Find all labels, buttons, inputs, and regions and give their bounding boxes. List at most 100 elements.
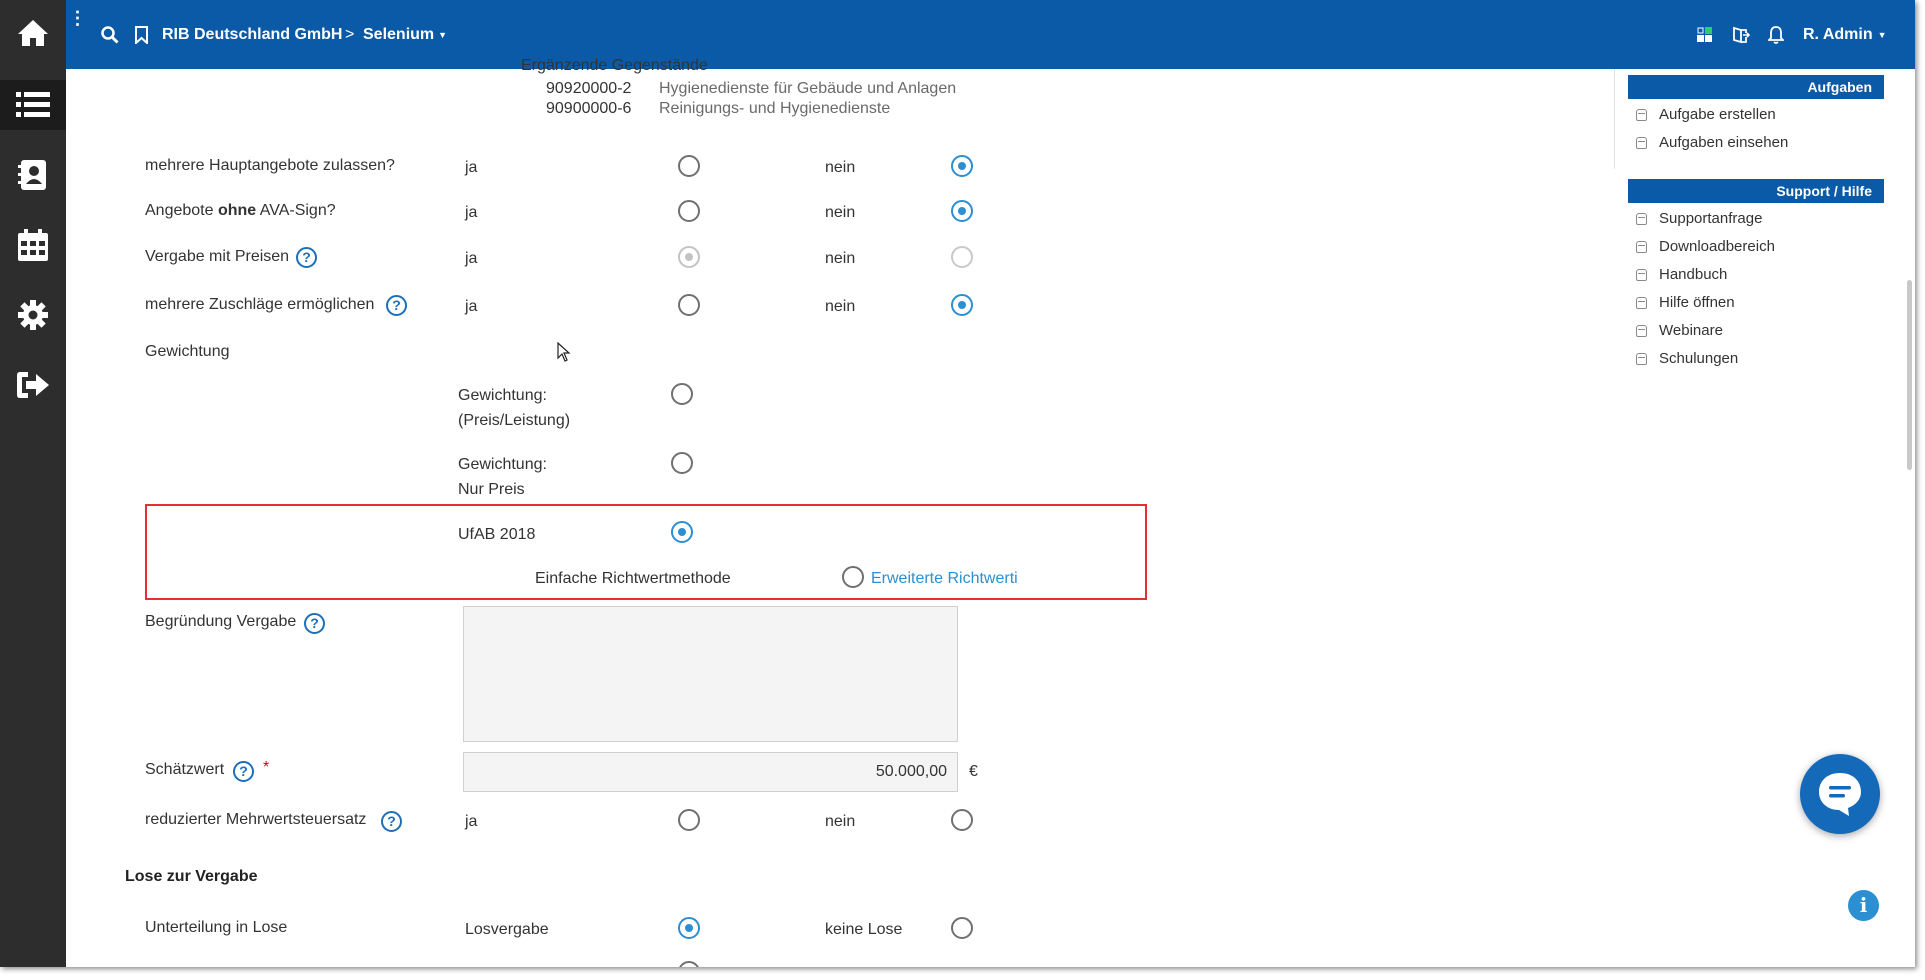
project-dropdown[interactable]: Selenium ▼ [363, 0, 447, 69]
support-icon [1636, 352, 1647, 365]
list-icon [16, 92, 50, 117]
task-icon [1636, 136, 1647, 149]
logout-nav[interactable] [0, 360, 66, 410]
chat-button[interactable] [1800, 754, 1880, 834]
sidebar-item-schulungen[interactable]: Schulungen [1636, 350, 1738, 367]
sidebar-item-supportanfrage[interactable]: Supportanfrage [1636, 210, 1762, 227]
breadcrumb-separator: > [345, 25, 355, 43]
collapse-menu-button[interactable]: ⋮ [66, 0, 89, 69]
losvergabe-radio[interactable] [678, 917, 700, 939]
option-ja-label: ja [465, 813, 478, 830]
top-bar: RIB Deutschland GmbH > Selenium ▼ R. Adm… [89, 0, 1915, 69]
lose-label: Unterteilung in Lose [145, 919, 288, 936]
keine-lose-label: keine Lose [825, 921, 903, 938]
lose-section-title: Lose zur Vergabe [125, 868, 258, 885]
sidebar-item-handbuch[interactable]: Handbuch [1636, 266, 1727, 283]
hauptangebote-label: mehrere Hauptangebote zulassen? [145, 157, 395, 174]
sidebar-item-label: Downloadbereich [1659, 238, 1775, 255]
cpv-label: Hygienedienste für Gebäude und Anlagen [659, 80, 957, 97]
highlight-box [145, 504, 1147, 600]
chevron-down-icon: ▼ [1877, 29, 1887, 40]
preise-help-icon[interactable]: ? [296, 247, 317, 268]
ava-sign-label: Angebote ohne AVA-Sign? [145, 202, 336, 220]
home-nav[interactable] [0, 8, 66, 58]
option-ja-label: ja [465, 204, 478, 221]
gewichtung-option-line2: (Preis/Leistung) [458, 412, 571, 429]
sidebar-item-downloadbereich[interactable]: Downloadbereich [1636, 238, 1775, 255]
gewichtung-option-line1: Gewichtung: [458, 387, 547, 404]
option-nein-label: nein [825, 250, 856, 267]
sidebar-item-label: Hilfe öffnen [1659, 294, 1735, 311]
schaetzwert-help-icon[interactable]: ? [233, 761, 254, 782]
schaetzwert-label: Schätzwert [145, 761, 225, 778]
hauptangebote-nein-radio[interactable] [951, 155, 973, 177]
task-icon [1636, 108, 1647, 121]
support-icon [1636, 324, 1647, 337]
preise-ja-radio[interactable] [678, 246, 700, 268]
logout-icon [17, 372, 49, 398]
option-ja-label: ja [465, 159, 478, 176]
hauptangebote-ja-radio[interactable] [678, 155, 700, 177]
sidebar-item-label: Aufgabe erstellen [1659, 106, 1776, 123]
left-navigation [0, 0, 66, 967]
export-icon [1733, 26, 1750, 43]
ava-sign-ja-radio[interactable] [678, 200, 700, 222]
preise-nein-radio[interactable] [951, 246, 973, 268]
calendar-nav[interactable] [0, 220, 66, 270]
ava-sign-nein-radio[interactable] [951, 200, 973, 222]
support-icon [1636, 240, 1647, 253]
mwst-nein-radio[interactable] [951, 809, 973, 831]
sidebar-divider [1614, 69, 1615, 169]
sidebar-item-label: Supportanfrage [1659, 210, 1763, 227]
schaetzwert-input[interactable]: 50.000,00 [463, 752, 958, 792]
option-nein-label: nein [825, 298, 856, 315]
mouse-cursor-icon [557, 342, 571, 362]
mwst-help-icon[interactable]: ? [381, 811, 402, 832]
cpv-section-title: Ergänzende Gegenstände [521, 57, 708, 74]
list-nav[interactable] [0, 80, 66, 130]
sidebar-item-aufgabe-erstellen[interactable]: Aufgabe erstellen [1636, 106, 1776, 123]
mwst-label: reduzierter Mehrwertsteuersatz [145, 811, 367, 828]
begruendung-textarea[interactable] [463, 606, 958, 742]
keine-lose-radio[interactable] [951, 917, 973, 939]
begruendung-help-icon[interactable]: ? [304, 613, 325, 634]
apps-button[interactable] [1697, 0, 1713, 69]
info-button[interactable]: i [1848, 890, 1879, 921]
export-button[interactable] [1732, 0, 1750, 69]
support-header: Support / Hilfe [1628, 179, 1884, 203]
sidebar-item-aufgaben-einsehen[interactable]: Aufgaben einsehen [1636, 134, 1788, 151]
ava-sign-label-post: AVA-Sign? [256, 202, 336, 219]
zuschlaege-ja-radio[interactable] [678, 294, 700, 316]
required-marker: * [263, 759, 270, 776]
next-row-radio[interactable] [678, 961, 700, 967]
gewichtung-preis-leistung-radio[interactable] [671, 383, 693, 405]
company-link[interactable]: RIB Deutschland GmbH [162, 0, 342, 69]
contacts-icon [18, 160, 46, 190]
option-nein-label: nein [825, 159, 856, 176]
bookmark-button[interactable] [135, 0, 148, 69]
info-icon: i [1859, 893, 1868, 917]
sidebar-item-hilfe-oeffnen[interactable]: Hilfe öffnen [1636, 294, 1735, 311]
settings-nav[interactable] [0, 290, 66, 340]
cpv-code: 90900000-6 [546, 100, 632, 117]
zuschlaege-help-icon[interactable]: ? [386, 295, 407, 316]
search-button[interactable] [101, 0, 119, 69]
user-menu[interactable]: R. Admin ▼ [1803, 0, 1887, 69]
user-name: R. Admin [1803, 25, 1873, 43]
sidebar-item-webinare[interactable]: Webinare [1636, 322, 1723, 339]
zuschlaege-nein-radio[interactable] [951, 294, 973, 316]
gewichtung-option-line2: Nur Preis [458, 481, 525, 498]
notifications-button[interactable] [1768, 0, 1784, 69]
begruendung-label: Begründung Vergabe [145, 613, 297, 630]
gewichtung-nur-preis-radio[interactable] [671, 452, 693, 474]
bookmark-icon [135, 25, 148, 44]
contacts-nav[interactable] [0, 150, 66, 200]
sidebar-item-label: Webinare [1659, 322, 1723, 339]
zuschlaege-label: mehrere Zuschläge ermöglichen [145, 296, 375, 313]
settings-icon [18, 300, 48, 330]
sidebar-item-label: Aufgaben einsehen [1659, 134, 1789, 151]
scrollbar-thumb[interactable] [1907, 280, 1912, 470]
mwst-ja-radio[interactable] [678, 809, 700, 831]
bell-icon [1768, 25, 1784, 44]
chat-icon [1819, 773, 1861, 816]
